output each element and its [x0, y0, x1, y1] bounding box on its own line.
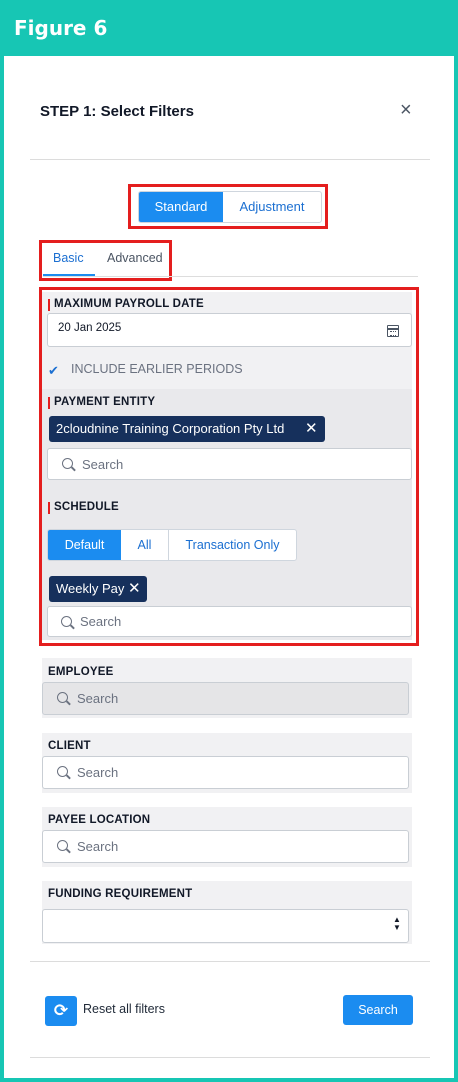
max-payroll-date-value: 20 Jan 2025: [58, 322, 122, 334]
mode-adjustment-button[interactable]: Adjustment: [223, 192, 321, 222]
schedule-transaction-only-button[interactable]: Transaction Only: [169, 530, 296, 560]
tab-baseline: [43, 276, 418, 277]
footer-divider: [30, 961, 430, 962]
schedule-chip-label: Weekly Pay: [56, 581, 125, 596]
search-icon: [62, 458, 73, 469]
chip-remove-icon[interactable]: ✕: [128, 576, 141, 602]
payment-entity-chip-label: 2cloudnine Training Corporation Pty Ltd: [56, 421, 285, 436]
header-divider: [30, 159, 430, 160]
figure-title: Figure 6: [14, 16, 108, 40]
search-icon: [57, 692, 68, 703]
tab-basic[interactable]: Basic: [53, 251, 84, 265]
tab-advanced[interactable]: Advanced: [107, 251, 163, 265]
tab-active-indicator: [43, 274, 95, 276]
reset-filters-button[interactable]: ⟳: [45, 996, 77, 1026]
client-label: CLIENT: [48, 740, 91, 752]
schedule-label: SCHEDULE: [54, 501, 119, 513]
employee-search-placeholder: Search: [77, 691, 119, 706]
payee-location-search-placeholder: Search: [77, 839, 119, 854]
required-marker: [48, 397, 50, 409]
schedule-search-placeholder: Search: [80, 614, 122, 629]
funding-requirement-label: FUNDING REQUIREMENT: [48, 888, 193, 900]
required-marker: [48, 299, 50, 311]
calendar-icon[interactable]: [387, 325, 399, 337]
search-icon: [61, 616, 72, 627]
required-marker: [48, 502, 50, 514]
payment-entity-label: PAYMENT ENTITY: [54, 396, 156, 408]
figure-header: Figure 6: [0, 0, 458, 56]
search-button[interactable]: Search: [343, 995, 413, 1025]
employee-label: EMPLOYEE: [48, 666, 114, 678]
close-icon[interactable]: ×: [400, 98, 412, 122]
search-icon: [57, 840, 68, 851]
payment-entity-search-placeholder: Search: [82, 457, 124, 472]
select-arrows-icon: ▲ ▼: [393, 915, 401, 932]
chip-remove-icon[interactable]: ✕: [305, 416, 318, 442]
payment-entity-chip: 2cloudnine Training Corporation Pty Ltd …: [49, 416, 325, 442]
refresh-icon: ⟳: [53, 1001, 69, 1020]
mode-toggle: Standard Adjustment: [138, 191, 322, 223]
client-search-placeholder: Search: [77, 765, 119, 780]
schedule-chip: Weekly Pay ✕: [49, 576, 147, 602]
schedule-default-button[interactable]: Default: [48, 530, 121, 560]
search-icon: [57, 766, 68, 777]
payee-location-label: PAYEE LOCATION: [48, 814, 151, 826]
include-earlier-checkbox[interactable]: ✔: [48, 363, 59, 379]
schedule-toggle: Default All Transaction Only: [47, 529, 297, 561]
bottom-divider: [30, 1057, 430, 1058]
max-payroll-date-label: MAXIMUM PAYROLL DATE: [54, 298, 204, 310]
schedule-all-button[interactable]: All: [121, 530, 169, 560]
include-earlier-label: INCLUDE EARLIER PERIODS: [71, 362, 243, 376]
panel-title: STEP 1: Select Filters: [40, 103, 194, 120]
funding-requirement-select[interactable]: [42, 909, 409, 943]
reset-filters-label[interactable]: Reset all filters: [83, 1002, 165, 1016]
mode-standard-button[interactable]: Standard: [139, 192, 223, 222]
